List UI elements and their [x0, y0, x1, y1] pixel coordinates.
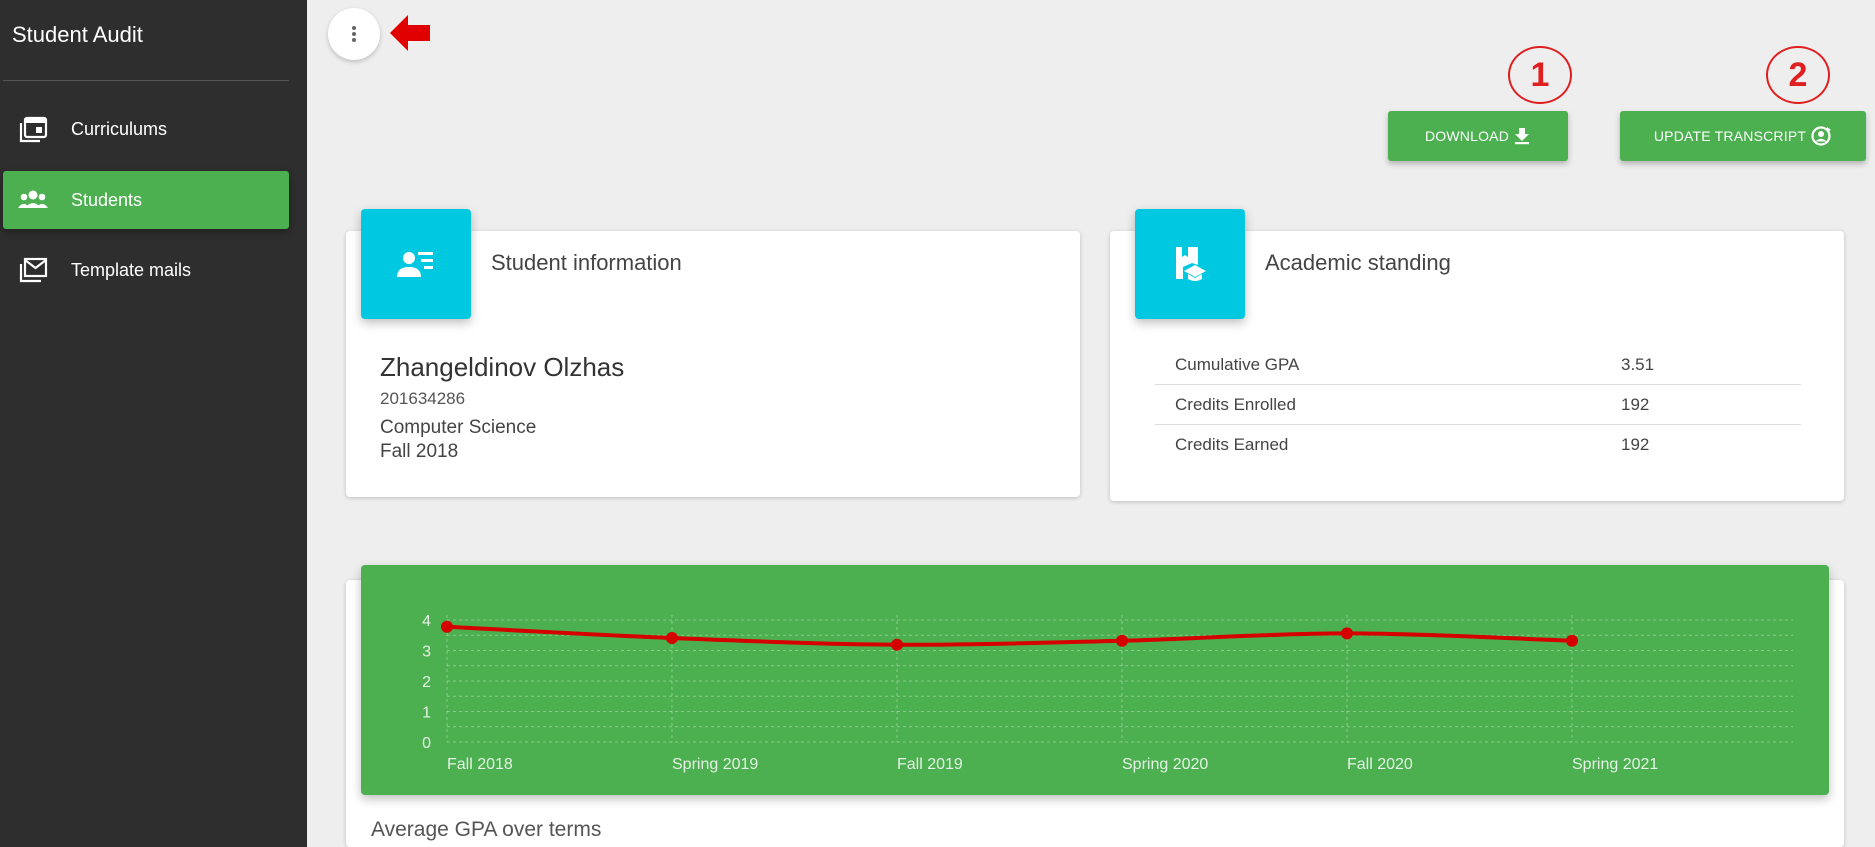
y-tick-label: 4 [422, 613, 431, 630]
standing-value: 3.51 [1621, 355, 1655, 374]
y-tick-label: 3 [422, 644, 431, 661]
update-transcript-button[interactable]: UPDATE TRANSCRIPT [1620, 111, 1866, 161]
sidebar-item-students[interactable]: Students [3, 171, 289, 229]
download-button[interactable]: DOWNLOAD [1388, 111, 1568, 161]
x-tick-label: Spring 2019 [672, 756, 758, 773]
download-button-label: DOWNLOAD [1424, 128, 1510, 144]
gpa-chart-panel: 0 1 2 3 4 Fall 2018 Spring 2019 Fall 2019 Spring… [361, 565, 1829, 795]
dot [352, 26, 356, 30]
x-tick-label: Spring 2020 [1122, 756, 1208, 773]
gpa-data-point [891, 638, 903, 651]
gpa-data-point [441, 620, 453, 633]
gpa-series-line [446, 624, 1573, 647]
standing-label: Credits Earned [1175, 435, 1289, 454]
student-major: Computer Science [380, 417, 537, 438]
gpa-data-point [1566, 634, 1578, 647]
sidebar-item-label: Students [71, 189, 143, 210]
y-tick-label: 2 [422, 674, 431, 691]
chart-title: Average GPA over terms [371, 818, 602, 841]
dot [352, 38, 356, 42]
x-tick-label: Fall 2020 [1347, 756, 1413, 773]
x-tick-label: Fall 2018 [447, 756, 513, 773]
gpa-data-point [1341, 627, 1353, 640]
more-menu-button[interactable] [328, 8, 380, 60]
standing-label: Credits Enrolled [1175, 395, 1296, 414]
mail-stack-icon [19, 257, 48, 283]
red-arrow-annotation [390, 15, 430, 51]
gpa-data-point [666, 631, 678, 644]
standing-row: Credits Enrolled 192 [1155, 385, 1801, 425]
student-name: Zhangeldinov Olzhas [380, 352, 625, 382]
people-icon [18, 190, 48, 208]
gpa-line-chart: 0 1 2 3 4 Fall 2018 Spring 2019 Fall 2019 Spring… [422, 613, 1793, 773]
sidebar: Student Audit Curriculums Students Templ… [0, 0, 307, 847]
x-tick-label: Spring 2021 [1572, 756, 1658, 773]
y-tick-label: 1 [422, 705, 431, 722]
student-id: 201634286 [380, 389, 466, 408]
standing-value: 192 [1621, 395, 1650, 414]
dot [352, 32, 356, 36]
standing-label: Cumulative GPA [1175, 355, 1300, 374]
x-tick-label: Fall 2019 [897, 756, 963, 773]
contact-list-icon [397, 252, 433, 277]
student-info-title: Student information [491, 250, 682, 275]
download-icon [1515, 128, 1530, 145]
callout-1: 1 [1508, 46, 1572, 104]
academic-standing-title: Academic standing [1265, 250, 1451, 275]
academic-standing-icon-box [1135, 209, 1245, 319]
sidebar-item-label: Template mails [71, 259, 192, 280]
sidebar-item-curriculums[interactable]: Curriculums [3, 100, 289, 158]
y-tick-label: 0 [422, 735, 431, 752]
student-info-icon-box [361, 209, 471, 319]
book-graduation-icon [1176, 247, 1206, 281]
update-transcript-label: UPDATE TRANSCRIPT [1653, 128, 1807, 144]
standing-row: Credits Earned 192 [1155, 425, 1801, 465]
calendar-stack-icon [19, 116, 48, 143]
callout-2: 2 [1766, 46, 1830, 104]
standing-value: 192 [1621, 435, 1650, 454]
sidebar-item-label: Curriculums [71, 118, 168, 139]
account-sync-icon [1811, 126, 1832, 146]
sidebar-item-template-mails[interactable]: Template mails [3, 241, 289, 299]
app-brand: Student Audit [12, 22, 143, 47]
gpa-data-point [1116, 634, 1128, 647]
sidebar-divider [3, 80, 289, 81]
student-start-term: Fall 2018 [380, 441, 459, 462]
standing-row: Cumulative GPA 3.51 [1155, 345, 1801, 385]
